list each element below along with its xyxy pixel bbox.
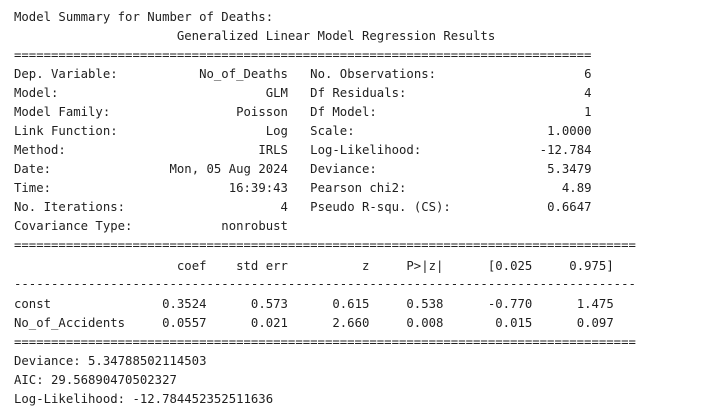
top-rule: ========================================… (14, 48, 592, 62)
info-left-label: Date: (14, 162, 133, 176)
coef-row: No_of_Accidents 0.0557 0.021 2.660 0.008… (14, 314, 614, 333)
coef-col-header: 0.975] (532, 259, 614, 273)
info-right-label: Log-Likelihood: (310, 143, 459, 157)
info-left-value: IRLS (132, 143, 288, 157)
info-right-value: 1 (458, 105, 592, 119)
info-right-label: Df Residuals: (310, 86, 459, 100)
coef-row-value: 2.660 (287, 316, 370, 330)
info-left-label: Time: (14, 181, 133, 195)
info-left-value: nonrobust (132, 219, 288, 233)
summary-title: Generalized Linear Model Regression Resu… (14, 27, 495, 46)
info-left-value: Mon, 05 Aug 2024 (132, 162, 288, 176)
info-row: Model: GLM Df Residuals: 4 (14, 84, 592, 103)
coef-row-value: 0.021 (206, 316, 288, 330)
coef-row-name: const (14, 297, 133, 311)
coef-col-header: coef (132, 259, 207, 273)
info-left-label: Link Function: (14, 124, 133, 138)
info-left-value: GLM (132, 86, 288, 100)
info-left-label: Model: (14, 86, 133, 100)
coef-row-value: 0.097 (532, 316, 614, 330)
coef-col-header: z (287, 259, 370, 273)
info-left-label: Model Family: (14, 105, 133, 119)
summary-header: Model Summary for Number of Deaths: (14, 10, 274, 24)
coef-row-value: 1.475 (532, 297, 614, 311)
info-left-label: Dep. Variable: (14, 67, 133, 81)
footer-line: Deviance: 5.34788502114503 (14, 354, 207, 368)
info-row: Method: IRLS Log-Likelihood: -12.784 (14, 141, 592, 160)
info-row: Dep. Variable: No_of_Deaths No. Observat… (14, 65, 592, 84)
footer-line: Log-Likelihood: -12.784452352511636 (14, 392, 274, 406)
info-right-label: Pearson chi2: (310, 181, 459, 195)
coef-row-value: 0.615 (287, 297, 370, 311)
coef-col-header: P>|z| (369, 259, 444, 273)
footer-line: AIC: 29.56890470502327 (14, 373, 177, 387)
info-right-value: 5.3479 (458, 162, 592, 176)
coef-bottom-rule: ========================================… (14, 335, 636, 349)
info-left-value: Log (132, 124, 288, 138)
info-left-label: Covariance Type: (14, 219, 133, 233)
info-right-label: Scale: (310, 124, 459, 138)
coef-row-value: 0.008 (369, 316, 444, 330)
coef-row: const 0.3524 0.573 0.615 0.538 -0.770 1.… (14, 295, 614, 314)
info-row: Date: Mon, 05 Aug 2024 Deviance: 5.3479 (14, 160, 592, 179)
coef-row-value: 0.0557 (132, 316, 207, 330)
info-right-value: 0.6647 (458, 200, 592, 214)
coef-col-header: std err (206, 259, 288, 273)
info-right-value: 4.89 (458, 181, 592, 195)
info-row: Link Function: Log Scale: 1.0000 (14, 122, 592, 141)
info-left-label: No. Iterations: (14, 200, 133, 214)
info-right-label: Df Model: (310, 105, 459, 119)
coef-row-value: 0.538 (369, 297, 444, 311)
info-row: Covariance Type: nonrobust (14, 217, 592, 236)
info-left-value: 4 (132, 200, 288, 214)
info-row: No. Iterations: 4 Pseudo R-squ. (CS): 0.… (14, 198, 592, 217)
info-row: Time: 16:39:43 Pearson chi2: 4.89 (14, 179, 592, 198)
info-left-value: No_of_Deaths (132, 67, 288, 81)
coef-mid-rule: ----------------------------------------… (14, 277, 636, 291)
coef-col-header: [0.025 (443, 259, 533, 273)
info-right-label (310, 219, 458, 233)
coef-row-value: 0.573 (206, 297, 288, 311)
info-right-value: 6 (458, 67, 592, 81)
info-row: Model Family: Poisson Df Model: 1 (14, 103, 592, 122)
info-right-label: No. Observations: (310, 67, 459, 81)
coef-header-blank (14, 259, 132, 273)
info-right-label: Deviance: (310, 162, 459, 176)
info-right-value: -12.784 (458, 143, 592, 157)
coef-top-rule: ========================================… (14, 238, 636, 252)
info-right-value: 4 (458, 86, 592, 100)
coef-row-value: 0.3524 (132, 297, 207, 311)
info-right-value (458, 219, 591, 233)
summary-title-text: Generalized Linear Model Regression Resu… (176, 29, 496, 43)
coef-row-name: No_of_Accidents (14, 316, 133, 330)
info-left-value: 16:39:43 (132, 181, 288, 195)
coef-row-value: -0.770 (443, 297, 533, 311)
info-left-value: Poisson (132, 105, 288, 119)
info-right-label: Pseudo R-squ. (CS): (310, 200, 459, 214)
info-right-value: 1.0000 (458, 124, 592, 138)
info-left-label: Method: (14, 143, 133, 157)
coef-header: coef std err z P>|z| [0.025 0.975] (14, 257, 614, 276)
coef-row-value: 0.015 (443, 316, 533, 330)
